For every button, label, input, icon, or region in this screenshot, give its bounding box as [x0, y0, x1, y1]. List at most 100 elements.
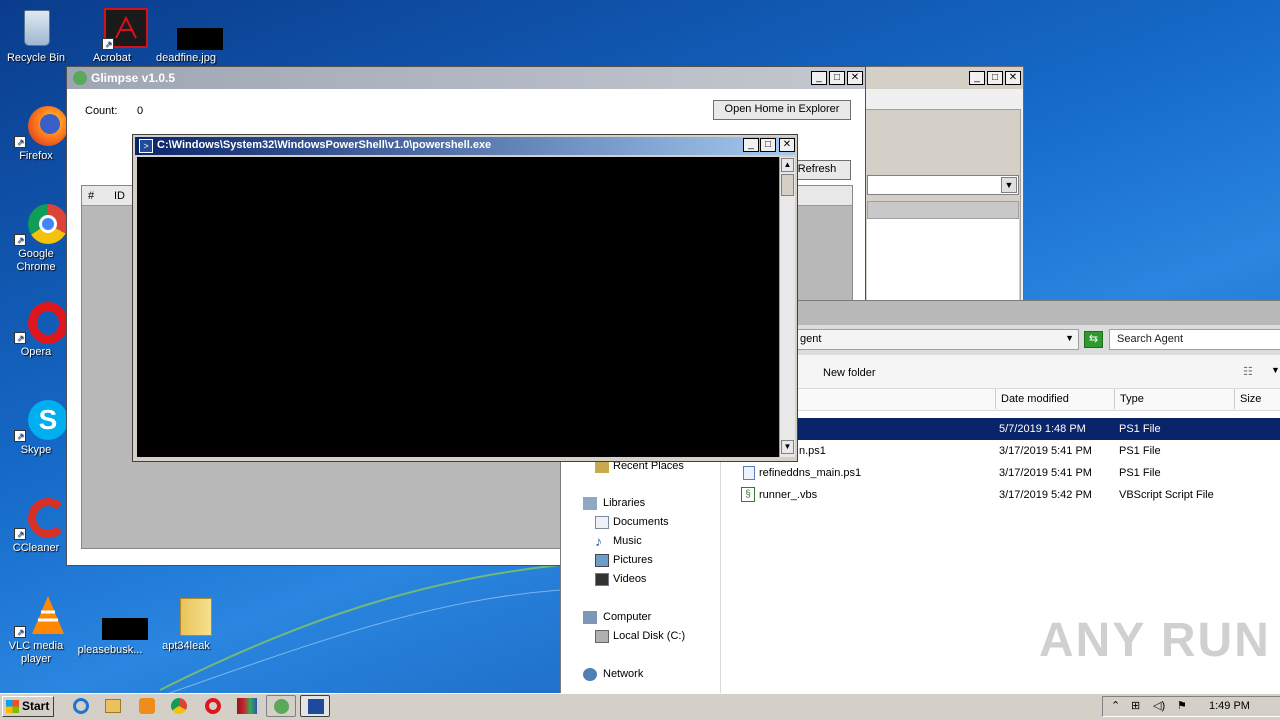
- taskbar-opera-icon[interactable]: [198, 695, 228, 717]
- powershell-window: > C:\Windows\System32\WindowsPowerShell\…: [132, 134, 798, 462]
- document-icon: [595, 516, 609, 529]
- film-icon: [595, 573, 609, 586]
- vlc-icon: ↗: [14, 594, 64, 638]
- file-row-selected[interactable]: 5/7/2019 1:48 PM PS1 File: [721, 418, 1280, 440]
- ccleaner-icon: ↗: [14, 496, 68, 540]
- taskbar-ie-icon[interactable]: [66, 695, 96, 717]
- file-row[interactable]: n.ps1 3/17/2019 5:41 PM PS1 File: [721, 440, 1280, 462]
- refresh-arrows-icon[interactable]: ⇆: [1084, 331, 1103, 348]
- powershell-icon: >: [139, 139, 153, 153]
- desktop-icon-deadfine[interactable]: deadfine.jpg: [150, 6, 223, 65]
- start-button[interactable]: Start: [2, 696, 54, 717]
- count-value: 0: [137, 105, 144, 117]
- column-date-modified[interactable]: Date modified: [995, 389, 1115, 409]
- skype-icon: S ↗: [14, 398, 68, 442]
- desktop-icon-skype[interactable]: S ↗ Skype: [0, 398, 72, 457]
- minimize-button[interactable]: _: [969, 71, 985, 85]
- console-output[interactable]: [137, 157, 779, 457]
- shortcut-arrow-icon: ↗: [14, 332, 26, 344]
- glimpse-app-icon: [73, 71, 87, 85]
- column-size[interactable]: Size: [1235, 389, 1280, 409]
- vbscript-icon: §: [741, 487, 755, 502]
- address-field[interactable]: gent ▼: [797, 329, 1079, 350]
- nav-music[interactable]: ♪ Music: [595, 532, 642, 551]
- console-scrollbar[interactable]: ▲ ▼: [779, 157, 795, 457]
- column-id[interactable]: ID: [114, 190, 125, 202]
- shortcut-arrow-icon: ↗: [14, 234, 26, 246]
- desktop-icon-chrome[interactable]: ↗ Google Chrome: [0, 202, 72, 274]
- desktop-icon-acrobat[interactable]: ↗ Acrobat: [76, 6, 148, 65]
- action-center-flag-icon[interactable]: ⚑: [1177, 699, 1187, 712]
- open-home-button[interactable]: Open Home in Explorer: [713, 100, 851, 120]
- file-row[interactable]: refineddns_main.ps1 3/17/2019 5:41 PM PS…: [721, 462, 1280, 484]
- nav-local-disk[interactable]: Local Disk (C:): [595, 627, 685, 646]
- file-icon: [88, 598, 148, 642]
- scroll-up-arrow-icon[interactable]: ▲: [781, 158, 794, 172]
- opera-icon: ↗: [14, 300, 68, 344]
- background-combo[interactable]: ▼: [867, 175, 1019, 195]
- maximize-button[interactable]: □: [987, 71, 1003, 85]
- desktop-icon-firefox[interactable]: ↗ Firefox: [0, 104, 72, 163]
- watermark-text: ANY RUN: [1039, 614, 1271, 667]
- taskbar-powershell-icon[interactable]: [300, 695, 330, 717]
- nav-documents[interactable]: Documents: [595, 513, 669, 532]
- file-row[interactable]: § runner_.vbs 3/17/2019 5:42 PM VBScript…: [721, 484, 1280, 506]
- glimpse-minimize-button[interactable]: _: [811, 71, 827, 85]
- count-label: Count:: [85, 105, 118, 117]
- drive-icon: [595, 630, 609, 643]
- taskbar-media-player-icon[interactable]: [132, 695, 162, 717]
- desktop-icon-recycle-bin[interactable]: Recycle Bin: [0, 6, 72, 65]
- shortcut-arrow-icon: ↗: [14, 626, 26, 638]
- recycle-bin-icon: [14, 6, 58, 50]
- chevron-down-icon[interactable]: ▼: [1271, 365, 1280, 375]
- view-options-icon[interactable]: ☷: [1243, 365, 1253, 378]
- shortcut-arrow-icon: ↗: [14, 528, 26, 540]
- computer-icon: [583, 611, 597, 624]
- nav-pictures[interactable]: Pictures: [595, 551, 653, 570]
- powershell-close-button[interactable]: ✕: [779, 138, 795, 152]
- desktop-icon-opera[interactable]: ↗ Opera: [0, 300, 72, 359]
- picture-icon: [595, 554, 609, 567]
- scroll-thumb[interactable]: [781, 174, 794, 196]
- chevron-down-icon: ▼: [1001, 177, 1017, 193]
- chrome-icon: ↗: [14, 202, 68, 246]
- new-folder-button[interactable]: New folder: [823, 367, 876, 379]
- taskbar-explorer-icon[interactable]: [98, 695, 128, 717]
- music-note-icon: ♪: [595, 533, 602, 549]
- nav-computer[interactable]: Computer: [583, 608, 651, 627]
- nav-network[interactable]: Network: [583, 665, 643, 684]
- desktop-icon-pleasebusk[interactable]: pleasebusk...: [74, 598, 148, 657]
- windows-logo-icon: [6, 700, 19, 713]
- search-input[interactable]: Search Agent: [1109, 329, 1280, 350]
- volume-icon[interactable]: ◁): [1153, 699, 1165, 712]
- desktop-icon-vlc[interactable]: ↗ VLC media player: [0, 594, 72, 666]
- folder-icon: [164, 594, 212, 638]
- taskbar-chrome-icon[interactable]: [164, 695, 194, 717]
- powershell-minimize-button[interactable]: _: [743, 138, 759, 152]
- clock[interactable]: 1:49 PM: [1209, 700, 1250, 712]
- scroll-down-arrow-icon[interactable]: ▼: [781, 440, 794, 454]
- show-hidden-icons-icon[interactable]: ⌃: [1111, 699, 1120, 712]
- network-icon: [583, 668, 597, 681]
- glimpse-titlebar: Glimpse v1.0.5: [67, 67, 865, 89]
- network-tray-icon[interactable]: ⊞: [1131, 699, 1140, 712]
- column-type[interactable]: Type: [1115, 389, 1235, 409]
- column-number[interactable]: #: [88, 190, 94, 202]
- desktop-icon-apt34leak[interactable]: apt34leak: [150, 594, 222, 653]
- glimpse-maximize-button[interactable]: □: [829, 71, 845, 85]
- taskbar-glimpse-icon[interactable]: [266, 695, 296, 717]
- nav-libraries[interactable]: Libraries: [583, 494, 645, 513]
- nav-videos[interactable]: Videos: [595, 570, 646, 589]
- file-list-header: Date modified Type Size: [721, 389, 1280, 411]
- glimpse-close-button[interactable]: ✕: [847, 71, 863, 85]
- powershell-titlebar: > C:\Windows\System32\WindowsPowerShell\…: [135, 137, 795, 155]
- background-window: _ □ ✕ ▼: [862, 66, 1024, 302]
- taskbar-winrar-icon[interactable]: [232, 695, 262, 717]
- powershell-maximize-button[interactable]: □: [760, 138, 776, 152]
- close-button[interactable]: ✕: [1005, 71, 1021, 85]
- powershell-script-icon: [743, 466, 755, 480]
- system-tray: ⌃ ⊞ ◁) ⚑ 1:49 PM: [1102, 696, 1280, 717]
- firefox-icon: ↗: [14, 104, 68, 148]
- desktop-icon-ccleaner[interactable]: ↗ CCleaner: [0, 496, 72, 555]
- shortcut-arrow-icon: ↗: [14, 430, 26, 442]
